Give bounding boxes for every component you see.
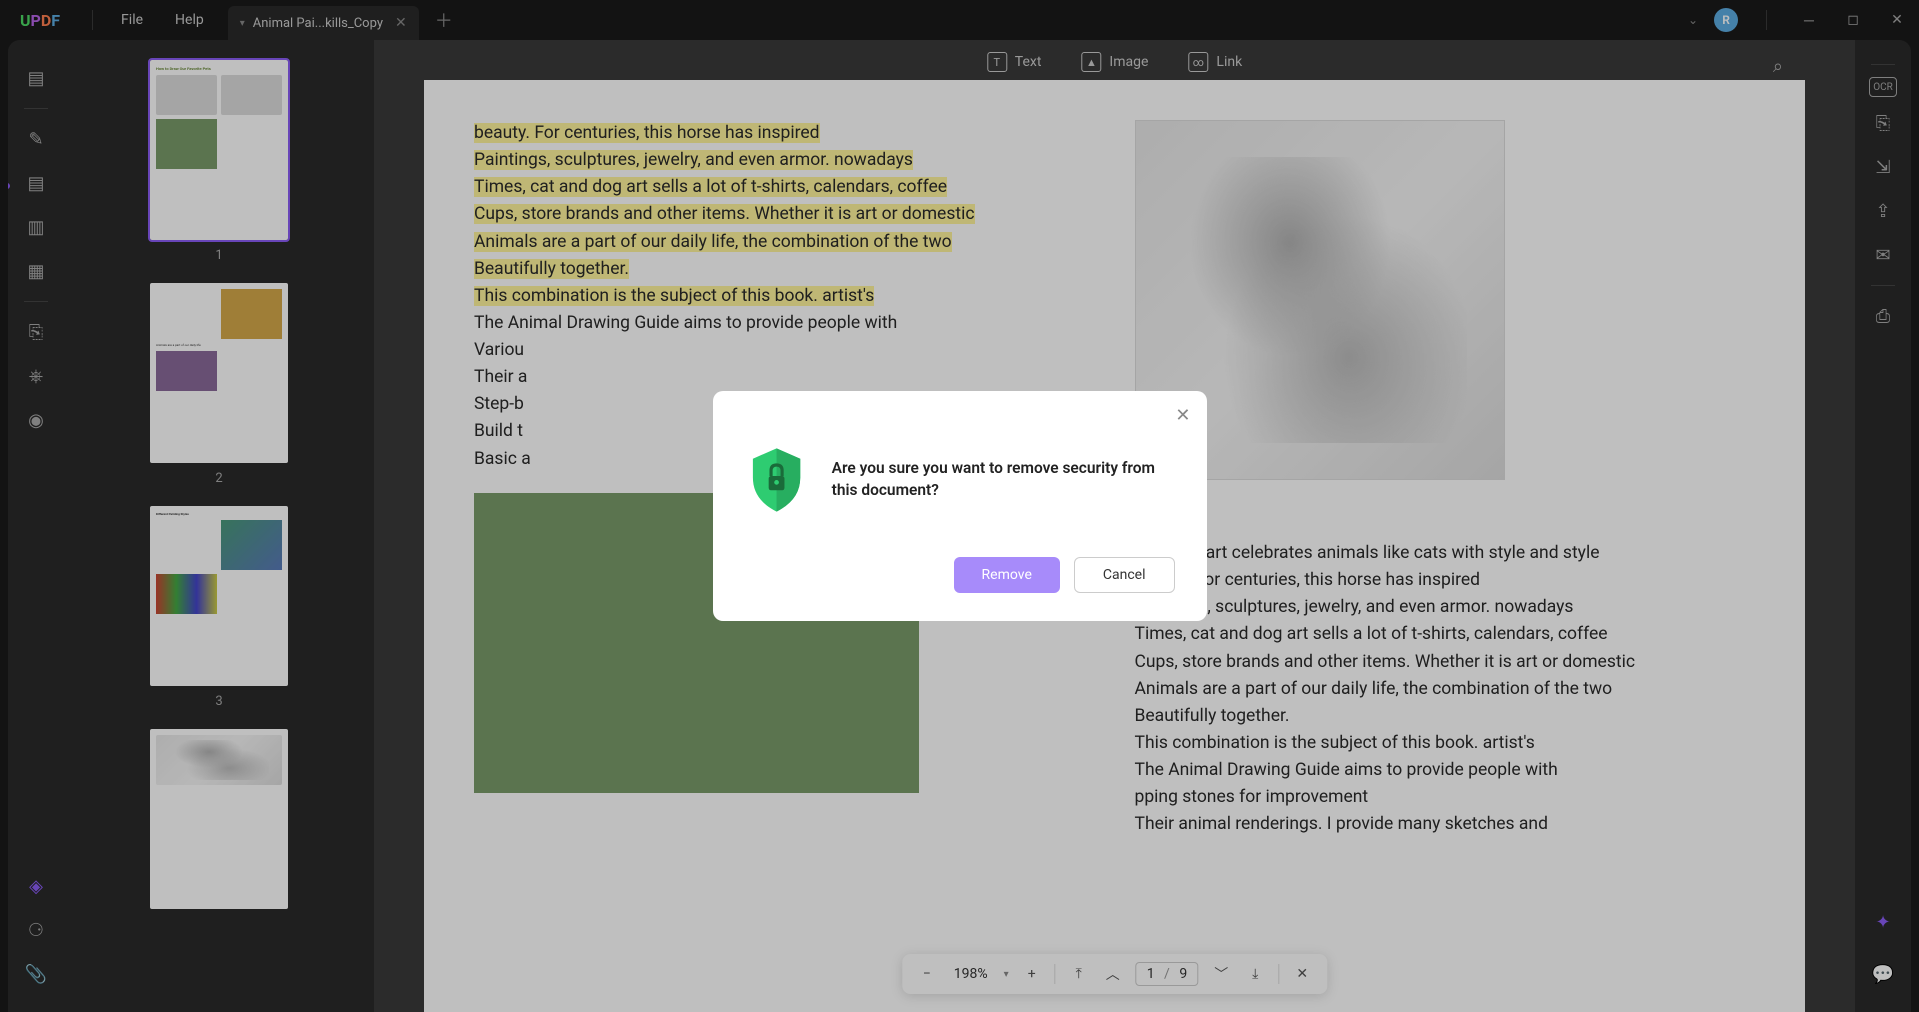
dialog-message: Are you sure you want to remove security… bbox=[832, 458, 1175, 501]
remove-button[interactable]: Remove bbox=[954, 557, 1060, 593]
shield-lock-icon bbox=[745, 435, 808, 525]
modal-overlay: ✕ Are you sure you want to remove securi… bbox=[0, 0, 1919, 1012]
cancel-button[interactable]: Cancel bbox=[1074, 557, 1175, 593]
remove-security-dialog: ✕ Are you sure you want to remove securi… bbox=[713, 391, 1207, 621]
dialog-close-icon[interactable]: ✕ bbox=[1175, 405, 1190, 426]
